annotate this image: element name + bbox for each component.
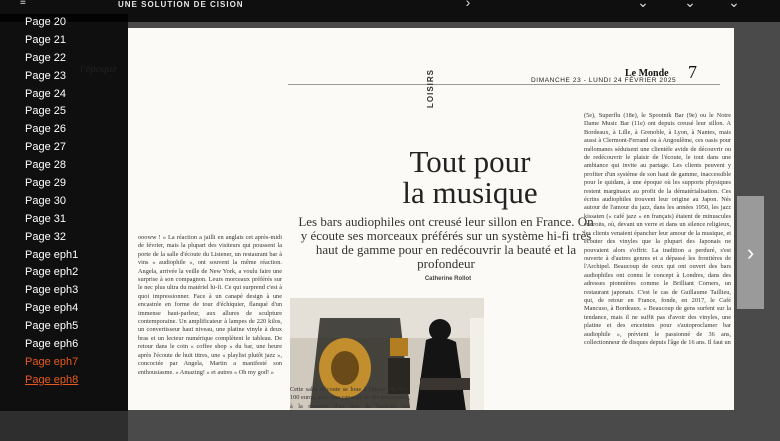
sidebar-item-page-30[interactable]: Page 30 bbox=[25, 193, 78, 211]
newspaper-page: DIMANCHE 23 - LUNDI 24 FÉVRIER 2025 Le M… bbox=[128, 28, 734, 410]
article-column-left: W oooww ! » La réaction a jailli en angl… bbox=[138, 234, 282, 410]
sidebar-footer bbox=[0, 411, 128, 441]
article-column-middle: Cette salle d'écoute se loue à l'heure (… bbox=[290, 386, 410, 410]
sidebar-item-page-eph2[interactable]: Page eph2 bbox=[25, 264, 78, 282]
sidebar-item-page-24[interactable]: Page 24 bbox=[25, 86, 78, 104]
next-page-button[interactable]: › bbox=[737, 196, 764, 309]
title-line-1: Tout pour bbox=[409, 144, 531, 179]
brand-tagline: UNE SOLUTION DE CISION bbox=[118, 0, 244, 9]
toolbar-chevron-down-icon-1[interactable]: ⌄ bbox=[637, 0, 649, 9]
sidebar-item-page-27[interactable]: Page 27 bbox=[25, 139, 78, 157]
article-column-right: (5e), Superflu (18e), le Spootnik Bar (9… bbox=[584, 112, 731, 346]
sidebar-item-page-21[interactable]: Page 21 bbox=[25, 32, 78, 50]
page-list: Page 20 Page 21 Page 22 Page 23 Page 24 … bbox=[25, 14, 78, 390]
sidebar-item-page-31[interactable]: Page 31 bbox=[25, 211, 78, 229]
sidebar-item-page-22[interactable]: Page 22 bbox=[25, 50, 78, 68]
previous-page-fragment: l'époque bbox=[80, 63, 118, 75]
toolbar-chevron-down-icon-2[interactable]: ⌄ bbox=[684, 0, 696, 9]
header-rule bbox=[288, 84, 720, 85]
chevron-right-icon: › bbox=[746, 239, 755, 265]
sidebar-item-page-eph4[interactable]: Page eph4 bbox=[25, 300, 78, 318]
sidebar-item-page-eph7[interactable]: Page eph7 bbox=[25, 354, 78, 372]
newspaper-name: Le Monde bbox=[625, 68, 669, 79]
sidebar-item-page-eph3[interactable]: Page eph3 bbox=[25, 282, 78, 300]
page-list-sidebar: Page 20 Page 21 Page 22 Page 23 Page 24 … bbox=[0, 14, 128, 441]
sidebar-item-page-29[interactable]: Page 29 bbox=[25, 175, 78, 193]
sidebar-item-page-26[interactable]: Page 26 bbox=[25, 121, 78, 139]
page-number: 7 bbox=[688, 62, 697, 82]
article-subtitle: Les bars audiophiles ont creusé leur sil… bbox=[298, 214, 594, 271]
sidebar-item-page-25[interactable]: Page 25 bbox=[25, 103, 78, 121]
article-byline: Catherine Rollot bbox=[424, 276, 472, 282]
sidebar-item-page-eph1[interactable]: Page eph1 bbox=[25, 247, 78, 265]
toolbar-chevron-down-icon-3[interactable]: ⌄ bbox=[728, 0, 740, 9]
sidebar-item-page-28[interactable]: Page 28 bbox=[25, 157, 78, 175]
sidebar-item-page-32[interactable]: Page 32 bbox=[25, 229, 78, 247]
sidebar-item-page-23[interactable]: Page 23 bbox=[25, 68, 78, 86]
title-line-2: la musique bbox=[402, 175, 538, 210]
menu-icon[interactable]: ≡ bbox=[20, 0, 26, 8]
sidebar-item-page-20[interactable]: Page 20 bbox=[25, 14, 78, 32]
sidebar-item-page-eph5[interactable]: Page eph5 bbox=[25, 318, 78, 336]
sidebar-item-page-eph8[interactable]: Page eph8 bbox=[25, 372, 78, 390]
toolbar-icon-1[interactable]: › bbox=[462, 0, 474, 9]
column-left-text: oooww ! » La réaction a jailli en anglai… bbox=[138, 234, 282, 376]
section-label: LOISIRS bbox=[426, 68, 435, 108]
article-title: Tout pour la musique bbox=[360, 146, 580, 208]
sidebar-item-page-eph6[interactable]: Page eph6 bbox=[25, 336, 78, 354]
